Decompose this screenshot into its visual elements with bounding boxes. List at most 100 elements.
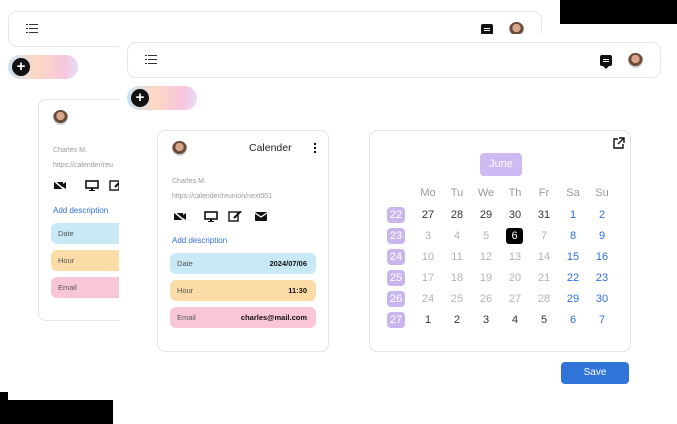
calendar-day[interactable]: 26 <box>475 291 497 307</box>
calendar-day[interactable]: 28 <box>446 207 468 223</box>
email-label: Email <box>177 313 196 322</box>
calendar-day[interactable]: 3 <box>417 228 439 244</box>
calendar-day[interactable]: 3 <box>475 312 497 328</box>
weekday-header: We <box>477 187 495 199</box>
calendar-day[interactable]: 27 <box>417 207 439 223</box>
video-off-icon[interactable] <box>53 180 67 191</box>
calendar-day[interactable]: 29 <box>562 291 584 307</box>
calendar-day[interactable]: 31 <box>533 207 555 223</box>
calendar-day[interactable]: 5 <box>475 228 497 244</box>
calendar-day[interactable]: 19 <box>475 270 497 286</box>
menu-icon[interactable] <box>26 24 38 34</box>
calendar-day[interactable]: 2 <box>446 312 468 328</box>
calendar-day[interactable]: 18 <box>446 270 468 286</box>
topbar <box>127 42 661 78</box>
week-number: 27 <box>387 312 405 328</box>
email-field[interactable]: Email charles@mail.com <box>170 307 316 328</box>
mail-icon[interactable] <box>254 211 268 222</box>
calendar-day[interactable]: 7 <box>533 228 555 244</box>
add-description-link[interactable]: Add description <box>172 236 227 245</box>
calendar-day[interactable]: 7 <box>591 312 613 328</box>
organizer-name: Charles M. <box>53 147 87 154</box>
calendar-day[interactable]: 13 <box>504 249 526 265</box>
calendar-day[interactable]: 14 <box>533 249 555 265</box>
video-off-icon[interactable] <box>173 211 187 222</box>
calendar-day[interactable]: 27 <box>504 291 526 307</box>
weekday-header: Su <box>595 187 609 199</box>
weekday-header: Th <box>508 187 522 199</box>
calendar-day[interactable]: 20 <box>504 270 526 286</box>
avatar[interactable] <box>628 53 643 68</box>
calendar-day[interactable]: 29 <box>475 207 497 223</box>
avatar <box>172 141 187 156</box>
calendar-day[interactable]: 17 <box>417 270 439 286</box>
date-label: Date <box>177 259 193 268</box>
plus-icon[interactable]: + <box>12 58 30 76</box>
date-label: Date <box>58 229 74 238</box>
calendar-day[interactable]: 21 <box>533 270 555 286</box>
add-pill[interactable]: + <box>127 86 197 110</box>
card-title: Calender <box>249 142 292 154</box>
calendar-day[interactable]: 30 <box>591 291 613 307</box>
plus-icon[interactable]: + <box>131 89 149 107</box>
calendar-day[interactable]: 2 <box>591 207 613 223</box>
external-link-icon[interactable] <box>612 137 625 150</box>
email-value: charles@mail.com <box>240 313 307 322</box>
weekday-header: Mo <box>420 187 436 199</box>
meeting-url: https://calender/reu <box>53 162 113 169</box>
meeting-url: https://calender/reunion/next001 <box>172 193 273 200</box>
email-label: Email <box>58 283 77 292</box>
calendar-day[interactable]: 12 <box>475 249 497 265</box>
back-add-pill[interactable]: + <box>8 55 78 79</box>
date-value: 2024/07/06 <box>269 259 307 268</box>
week-number: 26 <box>387 291 405 307</box>
calendar-day[interactable]: 8 <box>562 228 584 244</box>
calendar-day[interactable]: 1 <box>562 207 584 223</box>
weekday-header: Fr <box>538 187 550 199</box>
calendar-card: June Mo Tu We Th Fr Sa Su 22 27 28 29 30 31 1 2 23 3 4 5 6 7… <box>369 130 631 352</box>
calendar-day[interactable]: 24 <box>417 291 439 307</box>
calendar-day[interactable]: 6 <box>562 312 584 328</box>
menu-icon[interactable] <box>145 55 157 65</box>
calendar-day[interactable]: 30 <box>504 207 526 223</box>
monitor-icon[interactable] <box>204 211 218 222</box>
hour-field[interactable]: Hour 11:30 <box>170 280 316 301</box>
calendar-day[interactable]: 6 <box>506 228 523 244</box>
black-block-bottom-left-notch <box>0 392 8 402</box>
add-description-link[interactable]: Add description <box>53 206 108 215</box>
weekday-header: Tu <box>450 187 464 199</box>
calendar-day[interactable]: 15 <box>562 249 584 265</box>
calendar-day[interactable]: 4 <box>446 228 468 244</box>
calendar-day[interactable]: 1 <box>417 312 439 328</box>
calendar-day[interactable]: 25 <box>446 291 468 307</box>
calendar-day[interactable]: 22 <box>562 270 584 286</box>
avatar <box>53 110 68 125</box>
calendar-day[interactable]: 16 <box>591 249 613 265</box>
week-number: 24 <box>387 249 405 265</box>
week-number: 22 <box>387 207 405 223</box>
edit-icon[interactable] <box>228 211 242 222</box>
black-block-top-right <box>560 0 677 24</box>
calendar-day[interactable]: 11 <box>446 249 468 265</box>
hour-label: Hour <box>58 256 75 265</box>
calendar-day[interactable]: 5 <box>533 312 555 328</box>
chat-icon[interactable] <box>600 55 612 69</box>
week-number: 23 <box>387 228 405 244</box>
black-block-bottom-left <box>0 400 113 424</box>
week-number: 25 <box>387 270 405 286</box>
hour-value: 11:30 <box>288 286 307 295</box>
calendar-day[interactable]: 23 <box>591 270 613 286</box>
calendar-day[interactable]: 4 <box>504 312 526 328</box>
hour-label: Hour <box>177 286 194 295</box>
date-field[interactable]: Date 2024/07/06 <box>170 253 316 274</box>
event-card: Calender Charles M. https://calender/reu… <box>157 130 329 352</box>
weekday-header: Sa <box>566 187 580 199</box>
calendar-day[interactable]: 9 <box>591 228 613 244</box>
save-button[interactable]: Save <box>561 362 629 384</box>
calendar-day[interactable]: 28 <box>533 291 555 307</box>
calendar-day[interactable]: 10 <box>417 249 439 265</box>
organizer-name: Charles M. <box>172 178 206 185</box>
monitor-icon[interactable] <box>85 180 99 191</box>
more-vertical-icon[interactable] <box>313 142 317 154</box>
month-label[interactable]: June <box>480 153 522 176</box>
